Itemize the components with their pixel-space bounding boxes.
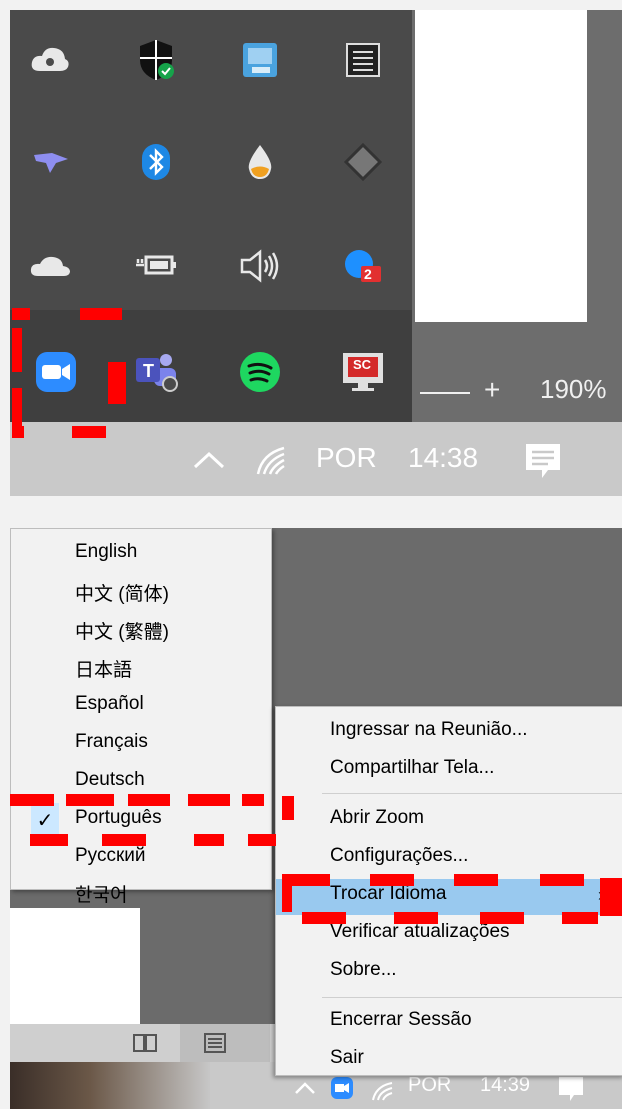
volume-icon[interactable] xyxy=(232,238,288,294)
menu-item-sign-out[interactable]: Encerrar Sessão xyxy=(330,1009,472,1031)
menu-item-check-updates[interactable]: Verificar atualizações xyxy=(330,921,510,943)
taskbar-language[interactable]: POR xyxy=(316,442,377,474)
language-option-portuguese[interactable]: Português xyxy=(75,807,162,829)
menu-separator xyxy=(322,793,622,794)
zoom-level-value: 190% xyxy=(540,374,607,404)
document-area xyxy=(10,908,140,1026)
notification-center-icon[interactable] xyxy=(522,440,564,487)
menu-item-join-meeting[interactable]: Ingressar na Reunião... xyxy=(330,719,528,741)
highlight-dash xyxy=(282,886,292,912)
highlight-dash xyxy=(66,794,114,806)
highlight-dash xyxy=(282,874,330,886)
menu-item-share-screen[interactable]: Compartilhar Tela... xyxy=(330,757,494,779)
menu-item-about[interactable]: Sobre... xyxy=(330,959,397,981)
highlight-dash xyxy=(540,874,584,886)
highlight-dash xyxy=(454,874,498,886)
screencast-label: SC xyxy=(353,357,372,372)
spotify-icon[interactable] xyxy=(232,344,288,400)
bluetooth-icon[interactable] xyxy=(128,134,184,190)
highlight-dash xyxy=(248,834,276,846)
highlight-dash xyxy=(600,878,622,916)
highlight-dash xyxy=(102,834,146,846)
highlight-dash xyxy=(30,834,68,846)
app-icon-blue[interactable] xyxy=(232,32,288,88)
highlight-dash xyxy=(12,426,24,438)
highlight-dash xyxy=(128,794,170,806)
menu-item-change-language[interactable]: Trocar Idioma xyxy=(330,883,447,905)
zoom-context-menu: Ingressar na Reunião... Compartilhar Tel… xyxy=(275,706,622,1076)
language-option-japanese[interactable]: 日本語 xyxy=(75,655,132,682)
highlight-dash xyxy=(394,912,438,924)
menu-separator xyxy=(322,997,622,998)
language-option-german[interactable]: Deutsch xyxy=(75,769,145,791)
zoom-slider-track[interactable] xyxy=(420,392,470,394)
highlight-dash xyxy=(10,794,54,806)
taskbar-clock[interactable]: 14:39 xyxy=(480,1074,530,1097)
highlight-dash xyxy=(370,874,414,886)
highlight-dash xyxy=(108,362,126,404)
bottom-screenshot-panel: POR 14:39 ✓ English 中文 (简体) 中文 (繁體) 日本語 … xyxy=(10,528,622,1109)
zoom-icon[interactable] xyxy=(330,1076,354,1105)
language-option-chinese-simplified[interactable]: 中文 (简体) xyxy=(75,579,169,606)
highlight-dash xyxy=(242,794,264,806)
menu-item-settings[interactable]: Configurações... xyxy=(330,845,468,867)
badge-count: 2 xyxy=(364,266,372,282)
wifi-icon[interactable] xyxy=(370,1080,396,1107)
language-option-korean[interactable]: 한국어 xyxy=(75,880,127,907)
read-mode-icon[interactable] xyxy=(132,1032,158,1059)
teams-icon[interactable]: T xyxy=(128,344,184,400)
droplet-icon[interactable] xyxy=(232,134,288,190)
show-hidden-icons-chevron-icon[interactable] xyxy=(294,1080,316,1101)
zoom-in-button[interactable]: + xyxy=(484,374,500,406)
document-area xyxy=(415,10,587,322)
menu-item-exit[interactable]: Sair xyxy=(330,1047,364,1069)
top-screenshot-panel: 2 T SC + 190% POR 14:38 xyxy=(10,10,622,496)
background-photo xyxy=(10,1062,210,1109)
svg-text:T: T xyxy=(143,361,154,381)
language-option-french[interactable]: Français xyxy=(75,731,148,753)
taskbar-language[interactable]: POR xyxy=(408,1074,451,1097)
highlight-dash xyxy=(282,796,294,820)
app-icon-grid[interactable] xyxy=(335,32,391,88)
notification-center-icon[interactable] xyxy=(556,1074,586,1109)
app-badge-icon[interactable]: 2 xyxy=(335,238,391,294)
diamond-icon[interactable] xyxy=(335,134,391,190)
language-option-russian[interactable]: Русский xyxy=(75,845,146,867)
highlight-dash xyxy=(194,834,224,846)
highlight-dash xyxy=(12,328,22,372)
print-layout-icon[interactable] xyxy=(202,1032,228,1059)
menu-item-open-zoom[interactable]: Abrir Zoom xyxy=(330,807,424,829)
highlight-dash xyxy=(302,912,346,924)
language-option-english[interactable]: English xyxy=(75,541,137,563)
onedrive-icon[interactable] xyxy=(22,238,78,294)
windows-security-icon[interactable] xyxy=(128,32,184,88)
screencast-icon[interactable]: SC xyxy=(335,344,391,400)
taskbar-clock[interactable]: 14:38 xyxy=(408,442,478,474)
highlight-dash xyxy=(480,912,524,924)
creative-cloud-icon[interactable] xyxy=(22,32,78,88)
bird-app-icon[interactable] xyxy=(22,134,78,190)
highlight-dash xyxy=(80,308,122,320)
language-option-spanish[interactable]: Español xyxy=(75,693,144,715)
zoom-icon[interactable] xyxy=(28,344,84,400)
highlight-dash xyxy=(188,794,230,806)
wifi-icon[interactable] xyxy=(254,444,294,483)
power-icon[interactable] xyxy=(128,238,184,294)
show-hidden-icons-chevron-icon[interactable] xyxy=(192,448,226,477)
highlight-dash xyxy=(562,912,598,924)
language-option-chinese-traditional[interactable]: 中文 (繁體) xyxy=(75,617,169,644)
highlight-dash xyxy=(72,426,106,438)
highlight-dash xyxy=(12,308,30,320)
